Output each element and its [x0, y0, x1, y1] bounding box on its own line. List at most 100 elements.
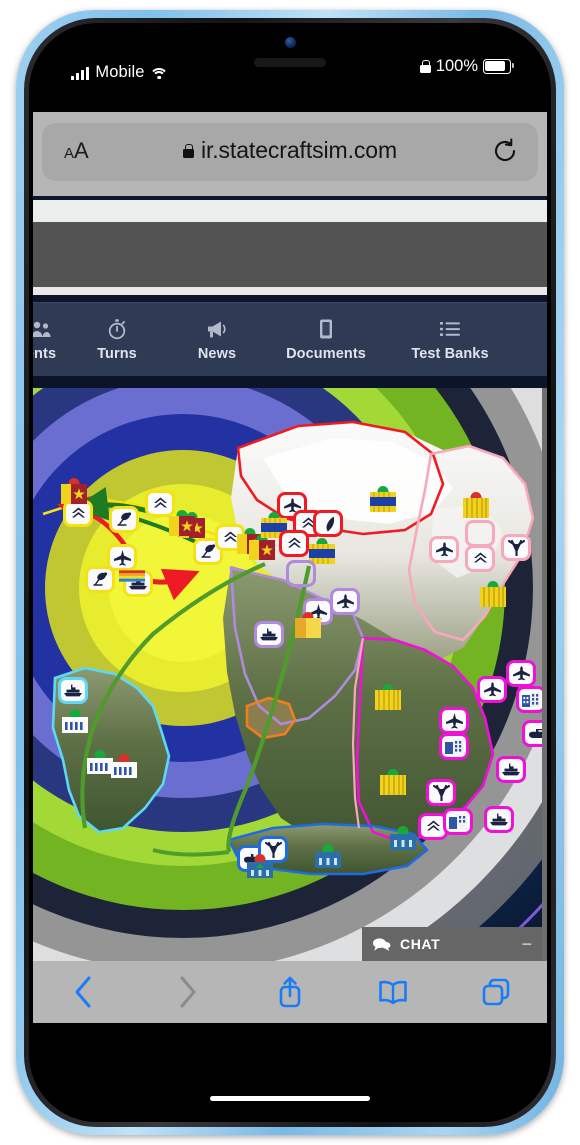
unit-marker[interactable]	[465, 545, 495, 572]
unit-marker[interactable]	[477, 676, 507, 703]
people-icon	[33, 318, 52, 340]
unit-marker[interactable]	[426, 779, 456, 806]
unit-flag-marker[interactable]	[169, 510, 195, 536]
url-bar[interactable]: AA ir.statecraftsim.com	[42, 123, 538, 181]
page-blank-band-mid	[33, 287, 547, 295]
unit-marker-empty[interactable]	[286, 560, 316, 587]
unit-marker[interactable]	[429, 536, 459, 563]
screenshot-root: Mobile 100% AA ir.statecraftsim.com nts …	[0, 0, 580, 1145]
nav-item-turns[interactable]: Turns	[67, 303, 167, 377]
map-canvas[interactable]: CHAT −	[33, 388, 542, 961]
tabs-icon	[482, 978, 509, 1006]
unit-barracks-marker[interactable]	[463, 492, 489, 518]
battery-icon	[483, 58, 514, 74]
unit-flag-marker[interactable]	[61, 478, 87, 504]
unit-barracks-marker[interactable]	[87, 750, 113, 776]
unit-barracks-marker[interactable]	[315, 844, 341, 870]
unit-barracks-marker[interactable]	[247, 854, 273, 880]
share-button[interactable]	[239, 961, 342, 1023]
magenta-territory-border	[355, 636, 495, 844]
unit-marker[interactable]	[109, 506, 139, 533]
lock-icon	[419, 59, 431, 73]
nav-item-label: Test Banks	[411, 346, 489, 362]
unit-marker[interactable]	[496, 756, 526, 783]
bookmarks-button[interactable]	[341, 961, 444, 1023]
nav-item-label: News	[197, 346, 237, 362]
unit-marker[interactable]	[443, 808, 473, 835]
unit-barracks-marker[interactable]	[370, 486, 396, 512]
share-icon	[279, 976, 301, 1008]
orange-island-border	[245, 696, 297, 740]
list-icon	[439, 318, 461, 340]
unit-marker[interactable]	[63, 500, 93, 527]
forward-chevron-icon	[180, 976, 196, 1008]
unit-marker[interactable]	[85, 566, 115, 593]
unit-barracks-marker[interactable]	[375, 684, 401, 710]
unit-barracks-marker[interactable]	[380, 769, 406, 795]
status-bar: Mobile 100%	[33, 52, 547, 86]
back-chevron-icon	[75, 976, 91, 1008]
home-indicator	[210, 1096, 370, 1101]
unit-marker[interactable]	[484, 806, 514, 833]
book-icon	[378, 980, 407, 1005]
megaphone-icon	[205, 318, 229, 340]
unit-marker[interactable]	[58, 677, 88, 704]
unit-barracks-marker[interactable]	[62, 709, 88, 735]
unit-marker[interactable]	[439, 707, 469, 734]
reload-icon[interactable]	[492, 138, 518, 164]
unit-marker[interactable]	[439, 733, 469, 760]
status-bar-right: 100%	[419, 55, 514, 77]
unit-marker[interactable]	[145, 490, 175, 517]
nav-item-events[interactable]: ents	[33, 303, 67, 377]
unit-marker[interactable]	[522, 720, 542, 747]
unit-barracks-marker[interactable]	[480, 581, 506, 607]
unit-marker-empty[interactable]	[465, 520, 495, 547]
nav-item-label: Turns	[97, 346, 137, 362]
status-bar-left: Mobile	[71, 54, 169, 81]
nav-item-news[interactable]: News	[167, 303, 267, 377]
wifi-icon	[149, 67, 169, 80]
unit-barracks-marker[interactable]	[111, 754, 137, 780]
tabs-button[interactable]	[444, 961, 547, 1023]
app-nav-bar: ents Turns News Documents	[33, 302, 547, 377]
unit-barracks-marker[interactable]	[390, 826, 416, 852]
unit-marker[interactable]	[254, 621, 284, 648]
chat-minimize-button[interactable]: −	[521, 935, 532, 953]
nav-item-label: ents	[33, 346, 57, 362]
unit-barracks-marker[interactable]	[295, 612, 321, 638]
browser-toolbar	[33, 961, 547, 1023]
back-button[interactable]	[33, 961, 136, 1023]
unit-marker[interactable]	[313, 510, 343, 537]
unit-marker[interactable]	[516, 686, 542, 713]
nav-item-label: Documents	[286, 346, 366, 362]
stopwatch-icon	[106, 318, 128, 340]
unit-marker[interactable]	[279, 530, 309, 557]
front-camera-icon	[285, 37, 296, 48]
url-text: ir.statecraftsim.com	[200, 137, 398, 163]
strategy-map[interactable]: CHAT −	[33, 388, 547, 961]
unit-marker[interactable]	[330, 588, 360, 615]
nav-item-test-banks[interactable]: Test Banks	[385, 303, 515, 377]
unit-marker[interactable]	[501, 534, 531, 561]
browser-url-zone: AA ir.statecraftsim.com	[33, 112, 547, 196]
chat-bar[interactable]: CHAT −	[362, 927, 542, 961]
document-icon	[317, 318, 335, 340]
nav-bottom-gap	[33, 376, 547, 388]
unit-flag-marker[interactable]	[249, 534, 275, 560]
carrier-label: Mobile	[95, 63, 145, 81]
forward-button	[136, 961, 239, 1023]
chat-bubble-icon	[372, 937, 391, 952]
territory-borders	[42, 420, 535, 876]
page-navy-band	[33, 295, 547, 302]
chat-label: CHAT	[400, 936, 441, 952]
unit-marker[interactable]	[506, 660, 536, 687]
web-page-content: ents Turns News Documents	[33, 196, 547, 961]
battery-percent-label: 100%	[435, 57, 478, 75]
page-gray-placeholder-band	[33, 222, 547, 287]
unit-rainbow-marker[interactable]	[119, 566, 149, 582]
map-scrollbar[interactable]	[542, 388, 547, 961]
nav-item-documents[interactable]: Documents	[267, 303, 385, 377]
lock-icon	[182, 143, 194, 158]
url-display[interactable]: ir.statecraftsim.com	[42, 137, 538, 164]
page-blank-band-top	[33, 200, 547, 222]
